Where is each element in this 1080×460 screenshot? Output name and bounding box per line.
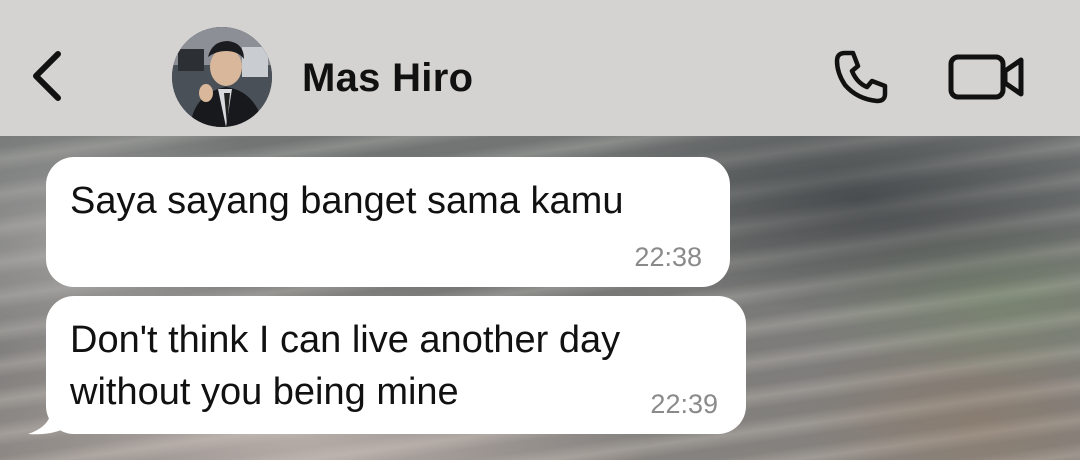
message-text: Saya sayang banget sama kamu xyxy=(70,180,624,222)
contact-name[interactable]: Mas Hiro xyxy=(302,52,473,104)
phone-icon xyxy=(834,50,888,104)
back-button[interactable] xyxy=(18,40,74,112)
video-call-button[interactable] xyxy=(944,46,1030,108)
message-timestamp: 22:39 xyxy=(650,389,718,419)
avatar-image xyxy=(172,27,272,127)
message-bubble[interactable]: Saya sayang banget sama kamu 22:38 xyxy=(46,157,730,287)
voice-call-button[interactable] xyxy=(826,44,896,110)
video-camera-icon xyxy=(948,54,1024,100)
message-bubble[interactable]: Don't think I can live another day witho… xyxy=(46,296,746,434)
avatar[interactable] xyxy=(172,27,272,127)
chevron-left-icon xyxy=(33,51,61,101)
message-timestamp: 22:38 xyxy=(634,242,702,272)
chat-header: Mas Hiro xyxy=(0,0,1080,136)
message-text: Don't think I can live another day witho… xyxy=(70,319,621,413)
